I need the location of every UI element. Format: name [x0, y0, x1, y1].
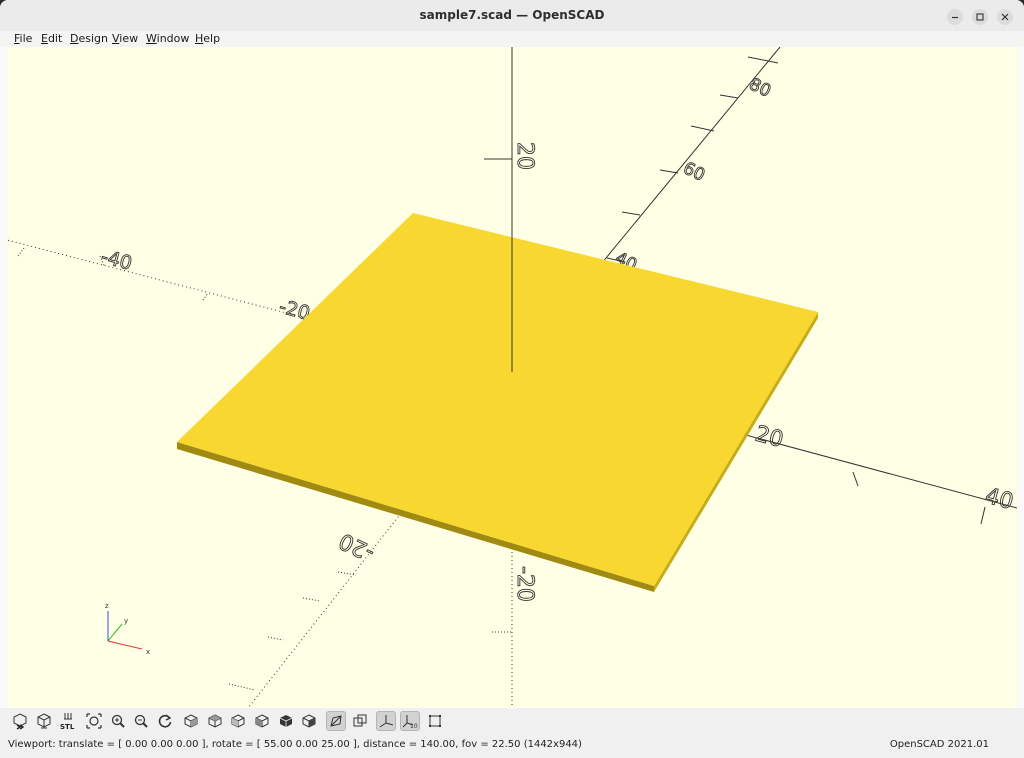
zoom-in-button[interactable] — [108, 711, 128, 731]
reset-view-button[interactable] — [155, 711, 175, 731]
orthogonal-button[interactable] — [350, 711, 370, 731]
render-button[interactable] — [34, 711, 54, 731]
viewport-status-text: Viewport: translate = [ 0.00 0.00 0.00 ]… — [8, 739, 582, 750]
gizmo-z-label: z — [105, 602, 109, 610]
zoom-in-icon — [111, 714, 125, 728]
plate-top-face — [177, 213, 818, 586]
reset-view-icon — [158, 714, 172, 728]
menu-file[interactable]: File — [14, 32, 32, 46]
preview-button[interactable] — [10, 711, 30, 731]
y-axis-label-neg20: -20 — [335, 527, 378, 565]
show-scale-icon: 10 — [402, 715, 418, 729]
view-front-button[interactable] — [276, 711, 296, 731]
openscad-window: sample7.scad — OpenSCAD File Edit Design… — [0, 0, 1024, 758]
view-back-icon — [302, 714, 316, 728]
svg-text:10: 10 — [410, 723, 418, 729]
show-axes-button[interactable] — [376, 711, 396, 731]
z-axis-label-neg20: -20 — [512, 566, 537, 602]
show-scale-button[interactable]: 10 — [400, 711, 420, 731]
view-bottom-button[interactable] — [228, 711, 248, 731]
y-axis-label-80: 80 — [746, 74, 774, 101]
view-bottom-icon — [231, 714, 245, 728]
view-top-button[interactable] — [205, 711, 225, 731]
gizmo-y-label: y — [124, 617, 128, 625]
close-icon — [1001, 13, 1009, 21]
menu-help[interactable]: Help — [195, 32, 220, 46]
plate-object[interactable] — [177, 213, 818, 592]
axes-gizmo: x y z — [105, 602, 150, 656]
view-right-icon — [184, 714, 198, 728]
render-icon — [37, 713, 51, 729]
maximize-button[interactable] — [972, 9, 988, 25]
perspective-icon — [330, 715, 342, 727]
menu-view[interactable]: View — [112, 32, 138, 46]
show-edges-icon — [429, 715, 441, 727]
orthogonal-icon — [353, 714, 367, 727]
z-axis-label-20: 20 — [512, 142, 537, 170]
y-axis-neg-ticks — [228, 510, 405, 691]
view-toolbar: STL 10 — [0, 708, 1024, 736]
show-axes-icon — [379, 715, 394, 728]
menu-bar: File Edit Design View Window Help — [0, 31, 1024, 47]
x-axis-ticks — [852, 471, 986, 525]
view-all-button[interactable] — [84, 711, 104, 731]
x-axis-label-neg40: -40 — [99, 246, 135, 275]
menu-design[interactable]: Design — [70, 32, 108, 46]
view-left-icon — [255, 714, 269, 728]
minimize-icon — [952, 16, 958, 19]
zoom-out-button[interactable] — [131, 711, 151, 731]
menu-edit[interactable]: Edit — [41, 32, 62, 46]
view-top-icon — [208, 714, 222, 728]
view-left-button[interactable] — [252, 711, 272, 731]
viewport-canvas[interactable]: 20 -20 80 60 40 -20 20 40 -40 -20 x y z — [7, 47, 1017, 708]
window-title: sample7.scad — OpenSCAD — [419, 8, 605, 22]
zoom-out-icon — [134, 714, 148, 728]
view-right-button[interactable] — [181, 711, 201, 731]
menu-window[interactable]: Window — [146, 32, 189, 46]
status-bar: Viewport: translate = [ 0.00 0.00 0.00 ]… — [0, 736, 1024, 758]
gizmo-x-label: x — [146, 648, 150, 656]
y-axis-label-60: 60 — [680, 158, 708, 185]
perspective-button[interactable] — [326, 711, 346, 731]
title-bar[interactable]: sample7.scad — OpenSCAD — [0, 0, 1024, 32]
view-front-icon — [279, 715, 293, 727]
minimize-button[interactable] — [947, 9, 963, 25]
show-edges-button[interactable] — [425, 711, 445, 731]
3d-viewport[interactable]: 20 -20 80 60 40 -20 20 40 -40 -20 x y z — [7, 47, 1017, 708]
view-all-icon — [86, 713, 102, 729]
svg-text:STL: STL — [60, 723, 75, 731]
stl-export-icon: STL — [60, 713, 75, 731]
maximize-icon — [976, 13, 984, 21]
export-stl-button[interactable]: STL — [58, 711, 78, 731]
preview-icon — [13, 713, 27, 730]
x-axis-label-40: 40 — [982, 484, 1016, 515]
close-button[interactable] — [997, 9, 1013, 25]
x-axis-label-20: 20 — [752, 422, 786, 453]
version-label: OpenSCAD 2021.01 — [889, 739, 989, 750]
view-back-button[interactable] — [299, 711, 319, 731]
